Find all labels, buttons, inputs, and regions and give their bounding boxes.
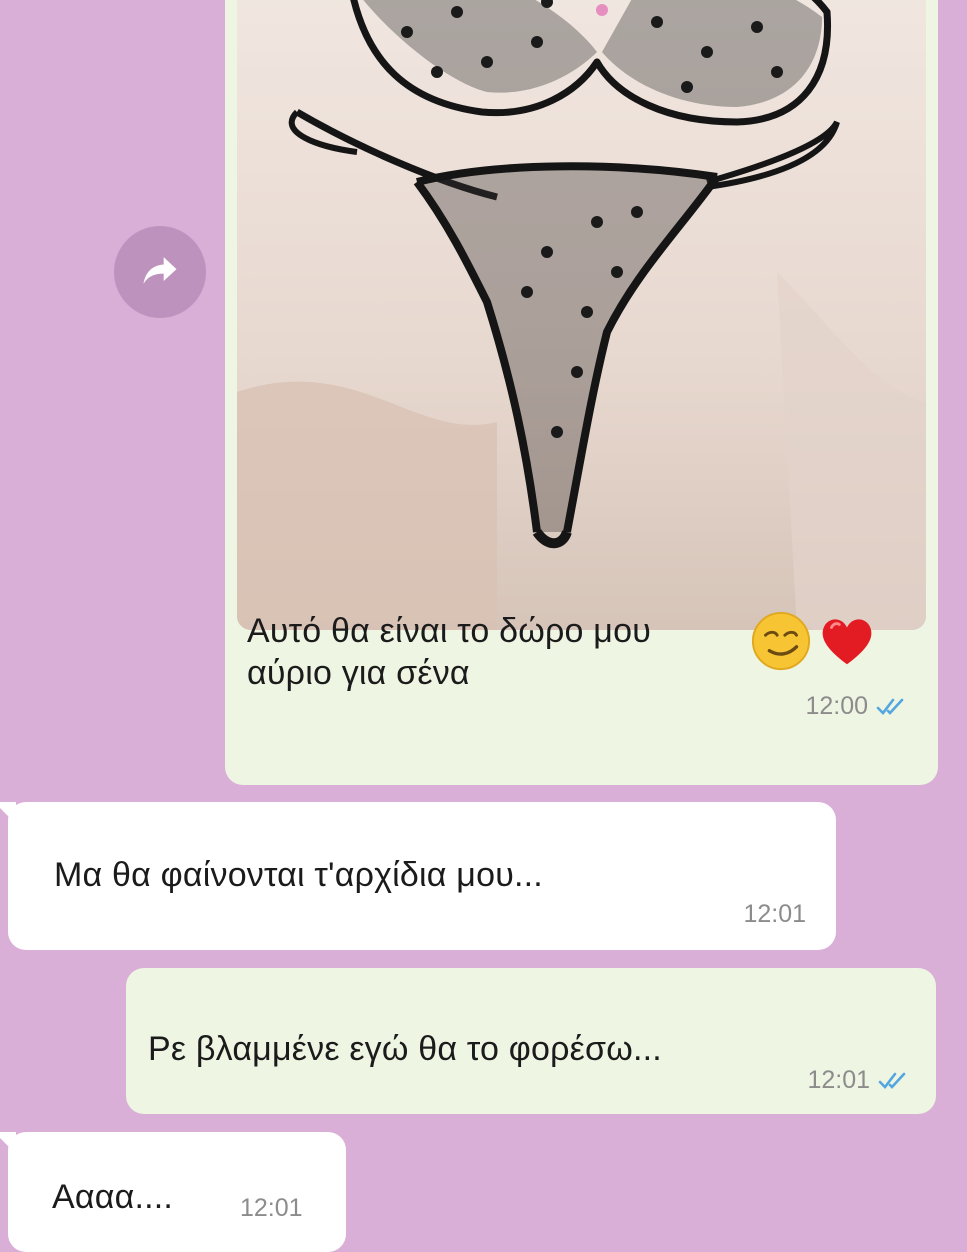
smirk-emoji-icon (750, 610, 812, 672)
time-label: 12:01 (743, 900, 806, 928)
incoming-message[interactable]: Μα θα φαίνονται τ'αρχίδια μου... 12:01 (0, 802, 836, 950)
message-time: 12:01 (240, 1194, 303, 1223)
read-ticks-icon (876, 697, 908, 717)
chat-area: Αυτό θα είναι το δώρο μου αύριο για σένα (0, 0, 967, 1252)
message-time: 12:00 (805, 692, 908, 721)
message-time: 12:01 (807, 1066, 910, 1095)
message-text: Ρε βλαμμένε εγώ θα το φορέσω... (148, 1030, 662, 1068)
incoming-message[interactable]: Αααα.... 12:01 (0, 1132, 346, 1252)
message-text: Μα θα φαίνονται τ'αρχίδια μου... (54, 856, 543, 894)
outgoing-image-message[interactable]: Αυτό θα είναι το δώρο μου αύριο για σένα (225, 0, 938, 785)
emoji-group (750, 610, 878, 672)
caption-line-2: αύριο για σένα (247, 654, 470, 692)
outgoing-message[interactable]: Ρε βλαμμένε εγώ θα το φορέσω... 12:01 (126, 968, 936, 1114)
read-ticks-icon (878, 1071, 910, 1091)
bubble-tail (0, 802, 16, 824)
time-label: 12:01 (240, 1194, 303, 1222)
red-heart-emoji-icon (816, 610, 878, 672)
time-label: 12:01 (807, 1066, 870, 1094)
caption-line-1: Αυτό θα είναι το δώρο μου (247, 612, 652, 650)
forward-button[interactable] (114, 226, 206, 318)
message-time: 12:01 (743, 900, 806, 929)
lingerie-photo[interactable] (237, 0, 926, 630)
time-label: 12:00 (805, 692, 868, 720)
bubble-tail (0, 1132, 16, 1154)
message-text: Αααα.... (52, 1178, 174, 1216)
message-caption: Αυτό θα είναι το δώρο μου αύριο για σένα (247, 610, 747, 694)
forward-icon (138, 248, 182, 297)
